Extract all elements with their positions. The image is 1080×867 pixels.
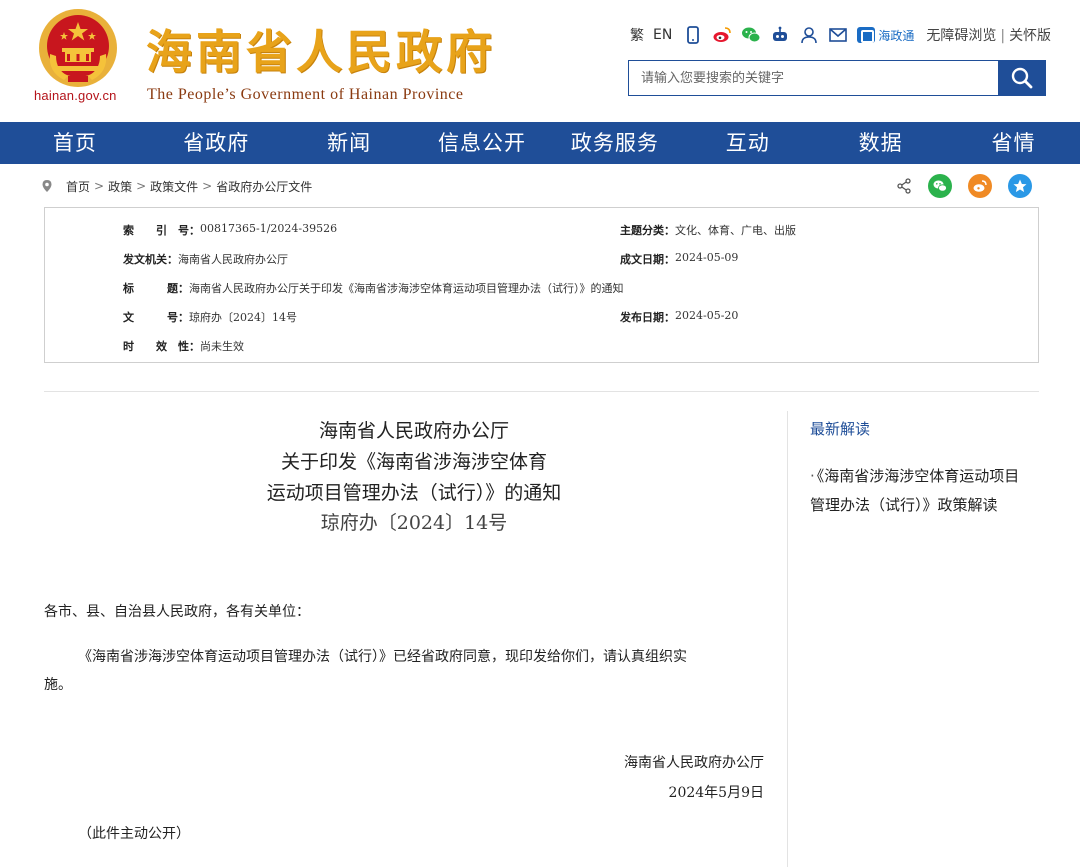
article-body-line-1: 《海南省涉海涉空体育运动项目管理办法（试行）》已经省政府同意，现印发给你们，请认… (78, 649, 687, 665)
site-subtitle: The People’s Government of Hainan Provin… (147, 86, 464, 103)
weibo-icon[interactable] (712, 24, 732, 46)
breadcrumb-separator: > (202, 179, 213, 193)
meta-index-label: 索 引 号： (123, 224, 200, 237)
meta-topic-value: 文化、体育、广电、出版 (675, 224, 796, 237)
nav-home[interactable]: 首页 (0, 122, 150, 164)
mail-icon[interactable] (828, 24, 848, 46)
haizhengtong-link[interactable]: 海政通 (857, 27, 914, 44)
article-sign-date: 2024年5月9日 (668, 785, 764, 801)
article-doc-number: 琼府办〔2024〕14号 (320, 512, 508, 534)
meta-title-label: 标 题： (123, 282, 189, 295)
breadcrumb-policy[interactable]: 政策 (108, 178, 132, 195)
robot-assistant-icon[interactable] (770, 24, 790, 46)
user-login-icon[interactable] (799, 24, 819, 46)
english-link[interactable]: EN (653, 24, 672, 46)
header-toolbar: 繁 EN 海政通 无障碍浏览 | 关怀版 (630, 24, 1051, 46)
national-emblem-icon[interactable] (38, 8, 118, 88)
breadcrumb-home[interactable]: 首页 (66, 178, 90, 195)
document-metadata: 索 引 号： 00817365-1/2024-39526 主题分类： 文化、体育… (44, 207, 1039, 363)
meta-issuer-label: 发文机关： (123, 253, 178, 266)
breadcrumb-office-documents[interactable]: 省政府办公厅文件 (216, 178, 312, 195)
accessibility-group: 无障碍浏览 | 关怀版 (926, 25, 1051, 45)
search-button[interactable] (998, 60, 1046, 96)
mobile-icon[interactable] (683, 24, 703, 46)
location-pin-icon (42, 180, 52, 192)
share-favorite-icon[interactable] (1008, 174, 1032, 198)
nav-interaction[interactable]: 互动 (681, 122, 814, 164)
search-icon (1011, 67, 1033, 89)
article-public-note: （此件主动公开） (78, 826, 190, 842)
sidebar-link-text-1: 《海南省涉海涉空体育运动项目 (816, 467, 1020, 485)
meta-doc-number: 文 号： 琼府办〔2024〕14号 (123, 309, 297, 325)
nav-news[interactable]: 新闻 (283, 122, 416, 164)
article-salutation: 各市、县、自治县人民政府，各有关单位： (44, 604, 310, 620)
meta-topic-label: 主题分类： (620, 224, 675, 237)
sidebar-link-line-2: 管理办法（试行）》政策解读 (810, 496, 998, 514)
nav-information-disclosure[interactable]: 信息公开 (416, 122, 549, 164)
meta-publish-date-label: 发布日期： (620, 311, 675, 324)
accessible-browsing-link[interactable]: 无障碍浏览 (926, 28, 996, 44)
main-nav: 首页 省政府 新闻 信息公开 政务服务 互动 数据 省情 (0, 122, 1080, 164)
article-title-line-3: 运动项目管理办法（试行）》的通知 (266, 482, 562, 504)
meta-written-date-value: 2024-05-09 (675, 251, 739, 264)
share-wechat-icon[interactable] (928, 174, 952, 198)
traditional-chinese-link[interactable]: 繁 (630, 24, 644, 46)
meta-publish-date-value: 2024-05-20 (675, 309, 739, 322)
sidebar-interpretation-link[interactable]: · 《海南省涉海涉空体育运动项目 管理办法（试行）》政策解读 (810, 462, 1050, 520)
search-input[interactable] (628, 60, 998, 96)
breadcrumb-separator: > (94, 179, 105, 193)
share-bar (896, 174, 1032, 198)
article-body-line-2: 施。 (44, 677, 72, 693)
article-title-line-2: 关于印发《海南省涉海涉空体育 (280, 451, 547, 473)
meta-written-date-label: 成文日期： (620, 253, 675, 266)
article-signer: 海南省人民政府办公厅 (624, 755, 764, 771)
nav-data[interactable]: 数据 (814, 122, 947, 164)
breadcrumb-policy-documents[interactable]: 政策文件 (150, 178, 198, 195)
nav-provincial-government[interactable]: 省政府 (150, 122, 283, 164)
meta-validity-label: 时 效 性： (123, 340, 200, 353)
breadcrumb: 首页 > 政策 > 政策文件 > 省政府办公厅文件 (40, 172, 1040, 200)
haizhengtong-label: 海政通 (878, 28, 915, 43)
meta-doc-number-label: 文 号： (123, 311, 189, 324)
meta-validity-value: 尚未生效 (200, 340, 244, 353)
meta-issuer: 发文机关： 海南省人民政府办公厅 (123, 251, 288, 267)
site-header: hainan.gov.cn 海南省人民政府 The People’s Gover… (0, 0, 1080, 122)
meta-doc-number-value: 琼府办〔2024〕14号 (189, 311, 297, 324)
meta-topic: 主题分类： 文化、体育、广电、出版 (620, 222, 796, 238)
tool-separator: | (1000, 28, 1006, 44)
meta-index: 索 引 号： 00817365-1/2024-39526 (123, 222, 337, 238)
site-domain: hainan.gov.cn (34, 88, 117, 103)
nav-province-info[interactable]: 省情 (947, 122, 1080, 164)
haizhengtong-icon (857, 27, 876, 43)
meta-written-date: 成文日期： 2024-05-09 (620, 251, 738, 267)
article-title-line-1: 海南省人民政府办公厅 (318, 420, 509, 442)
elder-care-version-link[interactable]: 关怀版 (1009, 28, 1051, 44)
meta-publish-date: 发布日期： 2024-05-20 (620, 309, 738, 325)
site-title[interactable]: 海南省人民政府 (146, 16, 496, 82)
bullet: · (810, 467, 815, 485)
nav-government-services[interactable]: 政务服务 (548, 122, 681, 164)
content-divider (44, 391, 1039, 392)
wechat-icon[interactable] (741, 24, 761, 46)
breadcrumb-separator: > (136, 179, 147, 193)
meta-title-value: 海南省人民政府办公厅关于印发《海南省涉海涉空体育运动项目管理办法（试行）》的通知 (189, 282, 624, 295)
share-weibo-icon[interactable] (968, 174, 992, 198)
sidebar-title: 最新解读 (810, 420, 871, 438)
sidebar-link-line-1: · 《海南省涉海涉空体育运动项目 (810, 462, 1050, 491)
sidebar-divider (787, 411, 788, 867)
meta-validity: 时 效 性： 尚未生效 (123, 338, 244, 354)
meta-index-value: 00817365-1/2024-39526 (200, 222, 338, 235)
share-icon[interactable] (896, 178, 912, 194)
meta-issuer-value: 海南省人民政府办公厅 (178, 253, 288, 266)
search-bar (628, 60, 1046, 96)
meta-title: 标 题： 海南省人民政府办公厅关于印发《海南省涉海涉空体育运动项目管理办法（试行… (123, 280, 624, 296)
